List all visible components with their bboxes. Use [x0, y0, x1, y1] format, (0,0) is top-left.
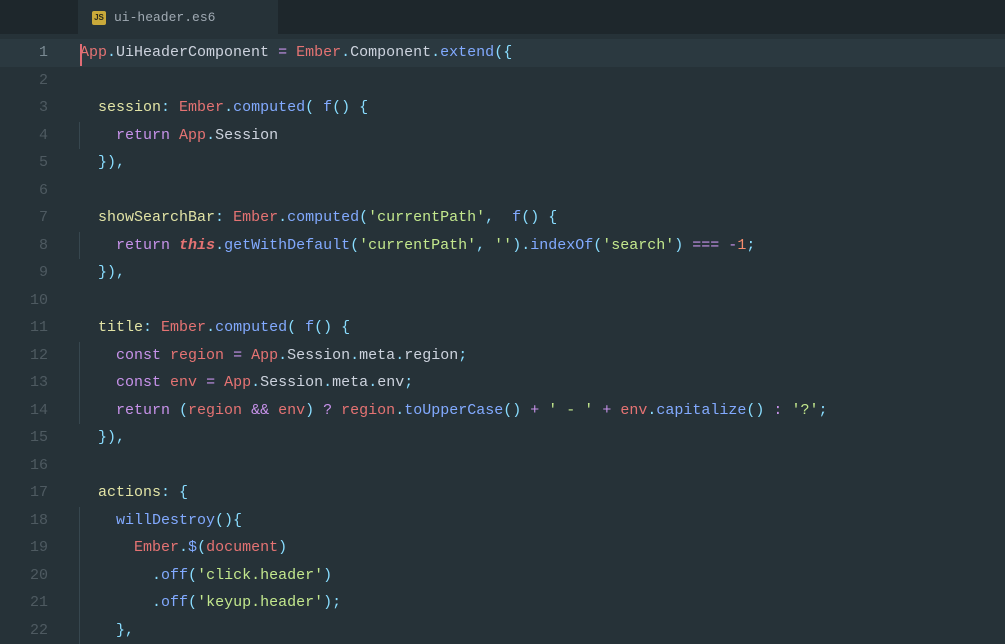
code-lines: App.UiHeaderComponent = Ember.Component.…: [66, 39, 1005, 644]
line-number: 3: [0, 94, 66, 122]
code-line: [66, 287, 1005, 315]
line-number: 6: [0, 177, 66, 205]
tab-filename: ui-header.es6: [114, 10, 215, 25]
line-number: 22: [0, 617, 66, 644]
code-area[interactable]: App.UiHeaderComponent = Ember.Component.…: [66, 34, 1005, 639]
cursor: [80, 44, 82, 66]
code-line: .off('keyup.header');: [66, 589, 1005, 617]
code-line: const env = App.Session.meta.env;: [66, 369, 1005, 397]
tab-active[interactable]: JS ui-header.es6: [78, 0, 278, 34]
code-line: return (region && env) ? region.toUpperC…: [66, 397, 1005, 425]
line-number: 19: [0, 534, 66, 562]
line-number: 10: [0, 287, 66, 315]
line-number: 14: [0, 397, 66, 425]
line-number: 8: [0, 232, 66, 260]
code-line: actions: {: [66, 479, 1005, 507]
line-number: 7: [0, 204, 66, 232]
code-line: const region = App.Session.meta.region;: [66, 342, 1005, 370]
line-number: 1: [0, 39, 66, 67]
code-line: }),: [66, 259, 1005, 287]
line-number: 12: [0, 342, 66, 370]
tab-spacer: [0, 0, 78, 34]
code-line: return App.Session: [66, 122, 1005, 150]
code-line: }),: [66, 149, 1005, 177]
line-number: 13: [0, 369, 66, 397]
line-number: 18: [0, 507, 66, 535]
code-line: }),: [66, 424, 1005, 452]
tab-bar: JS ui-header.es6: [0, 0, 1005, 34]
line-number: 15: [0, 424, 66, 452]
line-number: 4: [0, 122, 66, 150]
editor[interactable]: 1 2 3 4 5 6 7 8 9 10 11 12 13 14 15 16 1…: [0, 34, 1005, 639]
line-number: 9: [0, 259, 66, 287]
code-line: Ember.$(document): [66, 534, 1005, 562]
code-line: },: [66, 617, 1005, 644]
code-line: [66, 67, 1005, 95]
code-line: return this.getWithDefault('currentPath'…: [66, 232, 1005, 260]
line-number: 5: [0, 149, 66, 177]
code-line: [66, 452, 1005, 480]
line-number-gutter: 1 2 3 4 5 6 7 8 9 10 11 12 13 14 15 16 1…: [0, 34, 66, 639]
line-number: 11: [0, 314, 66, 342]
code-line: title: Ember.computed( f() {: [66, 314, 1005, 342]
line-number: 21: [0, 589, 66, 617]
line-number: 2: [0, 67, 66, 95]
code-line: [66, 177, 1005, 205]
javascript-icon: JS: [92, 11, 106, 25]
code-line: session: Ember.computed( f() {: [66, 94, 1005, 122]
line-number: 16: [0, 452, 66, 480]
line-number: 20: [0, 562, 66, 590]
line-number: 17: [0, 479, 66, 507]
code-line: .off('click.header'): [66, 562, 1005, 590]
code-line: willDestroy(){: [66, 507, 1005, 535]
code-line: showSearchBar: Ember.computed('currentPa…: [66, 204, 1005, 232]
code-line: App.UiHeaderComponent = Ember.Component.…: [66, 39, 1005, 67]
